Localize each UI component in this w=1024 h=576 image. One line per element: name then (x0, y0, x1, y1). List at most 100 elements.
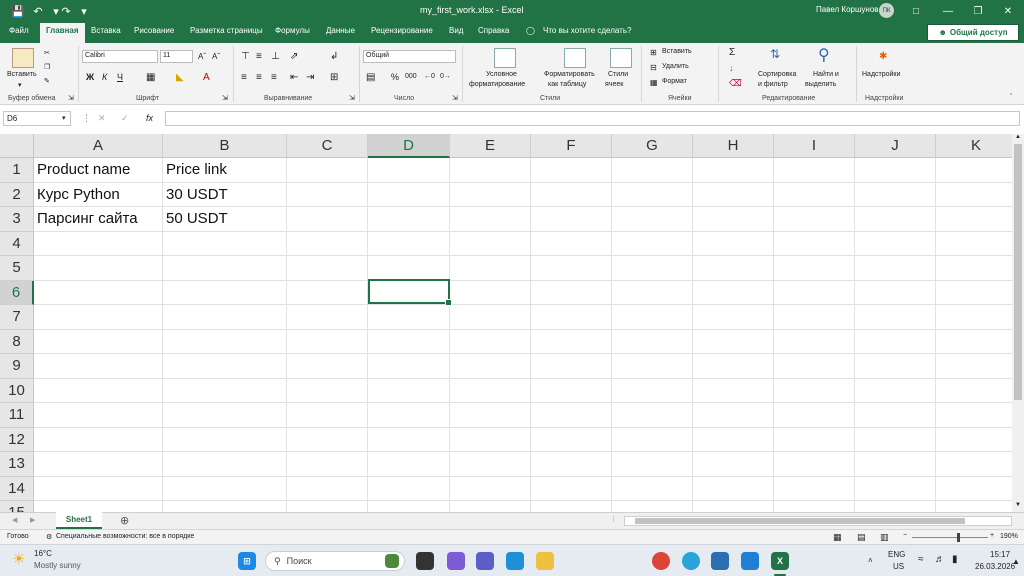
align-top-icon[interactable]: ⊤ (241, 51, 250, 62)
start-icon[interactable]: ⊞ (238, 552, 256, 570)
row-header[interactable]: 2 (0, 182, 34, 207)
tab-formulas[interactable]: Формулы (275, 26, 310, 35)
find-select-line1[interactable]: Найти и (813, 71, 839, 78)
fill-color-icon[interactable]: ◣ (176, 72, 184, 83)
language-code[interactable]: ENG (888, 550, 905, 559)
borders-icon[interactable]: ▦ (146, 72, 155, 83)
search-highlight-icon[interactable] (385, 554, 399, 568)
font-size-dropdown[interactable]: 11 (160, 50, 193, 63)
row-header[interactable]: 7 (0, 305, 34, 330)
column-header[interactable]: B (163, 134, 287, 158)
font-name-dropdown[interactable]: Calibri (82, 50, 158, 63)
cell-a3[interactable]: Парсинг сайта (34, 207, 163, 232)
percent-button[interactable]: % (391, 72, 399, 82)
task-view-icon[interactable] (416, 552, 434, 570)
scroll-down-icon[interactable]: ▼ (1015, 502, 1021, 508)
tab-data[interactable]: Данные (326, 26, 355, 35)
weather-icon[interactable]: ☀ (12, 550, 25, 568)
page-layout-view-icon[interactable]: ▤ (857, 532, 866, 543)
edge-icon[interactable] (506, 552, 524, 570)
accessibility-icon[interactable]: ⚙ (46, 533, 52, 541)
zoom-slider[interactable] (912, 537, 988, 538)
insert-cells-button[interactable]: Вставить (662, 48, 692, 55)
insert-function-button[interactable]: fx (146, 113, 153, 123)
python-icon[interactable] (711, 552, 729, 570)
row-header[interactable]: 5 (0, 256, 34, 281)
teams-icon[interactable] (476, 552, 494, 570)
row-header[interactable]: 1 (0, 158, 34, 183)
horizontal-scrollbar[interactable] (624, 516, 1012, 526)
save-icon[interactable]: 💾 (10, 3, 26, 19)
column-header[interactable]: I (774, 134, 855, 158)
dialog-launcher-icon[interactable]: ⇲ (68, 94, 74, 102)
copy-icon[interactable]: ❐ (44, 63, 50, 71)
cancel-icon[interactable]: ✕ (98, 113, 106, 124)
splitter-icon[interactable]: ⋮ (610, 515, 617, 523)
sort-filter-line1[interactable]: Сортировка (758, 71, 796, 78)
conditional-format-icon[interactable] (494, 48, 516, 68)
format-table-line2[interactable]: как таблицу (548, 81, 586, 88)
excel-icon[interactable]: X (771, 552, 789, 570)
row-header[interactable]: 15 (0, 501, 34, 512)
dialog-launcher-icon[interactable]: ⇲ (349, 94, 355, 102)
fill-icon[interactable]: ↓ (729, 63, 734, 73)
format-cells-icon[interactable]: ▦ (650, 78, 658, 87)
region-code[interactable]: US (893, 562, 904, 571)
cell-styles-line2[interactable]: ячеек (605, 81, 623, 88)
chevron-down-icon[interactable]: ▾ (62, 114, 66, 122)
user-name[interactable]: Павел Коршунов (816, 5, 879, 14)
column-header-selected[interactable]: D (368, 134, 450, 158)
increase-indent-icon[interactable]: ⇥ (306, 72, 314, 83)
orientation-icon[interactable]: ⇗ (290, 51, 298, 62)
chevron-up-icon[interactable]: ˄ (868, 556, 873, 565)
avatar[interactable]: ПК (879, 3, 894, 18)
column-header[interactable]: H (693, 134, 774, 158)
delete-cells-button[interactable]: Удалить (662, 63, 689, 70)
zoom-level[interactable]: 190% (1000, 533, 1018, 540)
tell-me-input[interactable]: Что вы хотите сделать? (543, 26, 631, 35)
zoom-slider-thumb[interactable] (957, 533, 960, 542)
column-header[interactable]: J (855, 134, 936, 158)
volume-icon[interactable]: ♬ (935, 554, 945, 565)
add-sheet-icon[interactable]: ⊕ (120, 514, 129, 527)
tab-view[interactable]: Вид (449, 26, 463, 35)
cell-styles-line1[interactable]: Стили (608, 71, 628, 78)
column-header[interactable]: K (936, 134, 1012, 158)
row-header[interactable]: 8 (0, 329, 34, 354)
format-cells-button[interactable]: Формат (662, 78, 687, 85)
sort-filter-line2[interactable]: и фильтр (758, 81, 788, 88)
sort-filter-icon[interactable]: ⇅ (770, 47, 780, 61)
vscode-icon[interactable] (741, 552, 759, 570)
enter-icon[interactable]: ✓ (121, 113, 129, 124)
autosum-icon[interactable]: Σ (729, 47, 735, 58)
vertical-scrollbar[interactable]: ▲ ▼ (1012, 134, 1024, 512)
taskbar-search[interactable]: ⚲ Поиск (265, 551, 405, 571)
wifi-icon[interactable]: ≈ (918, 554, 924, 565)
redo-icon[interactable]: ↷ (58, 3, 74, 19)
row-header[interactable]: 10 (0, 378, 34, 403)
weather-desc[interactable]: Mostly sunny (34, 561, 81, 570)
grow-font-icon[interactable]: Aˆ (198, 52, 206, 61)
cell-b2[interactable]: 30 USDT (163, 182, 287, 207)
row-header-selected[interactable]: 6 (0, 280, 34, 305)
file-explorer-icon[interactable] (536, 552, 554, 570)
row-header[interactable]: 12 (0, 427, 34, 452)
column-header[interactable]: F (531, 134, 612, 158)
clear-icon[interactable]: ⌫ (729, 78, 742, 89)
scroll-up-icon[interactable]: ▲ (1015, 134, 1021, 140)
undo-icon[interactable]: ↶ (30, 3, 46, 19)
tab-draw[interactable]: Рисование (134, 26, 174, 35)
merge-icon[interactable]: ⊞ (330, 72, 338, 83)
underline-button[interactable]: Ч (117, 72, 123, 82)
select-all-button[interactable] (0, 134, 34, 158)
cell-b1[interactable]: Price link (163, 158, 287, 183)
decrease-indent-icon[interactable]: ⇤ (290, 72, 298, 83)
share-button[interactable]: ☻ Общий доступ (927, 24, 1019, 41)
clock-time[interactable]: 15:17 (990, 550, 1010, 559)
delete-cells-icon[interactable]: ⊟ (650, 63, 657, 72)
cell-styles-icon[interactable] (610, 48, 632, 68)
number-format-dropdown[interactable]: Общий (363, 50, 456, 63)
wrap-text-icon[interactable]: ↲ (330, 51, 338, 62)
insert-cells-icon[interactable]: ⊞ (650, 48, 657, 57)
ribbon-display-icon[interactable]: □ (904, 2, 928, 20)
